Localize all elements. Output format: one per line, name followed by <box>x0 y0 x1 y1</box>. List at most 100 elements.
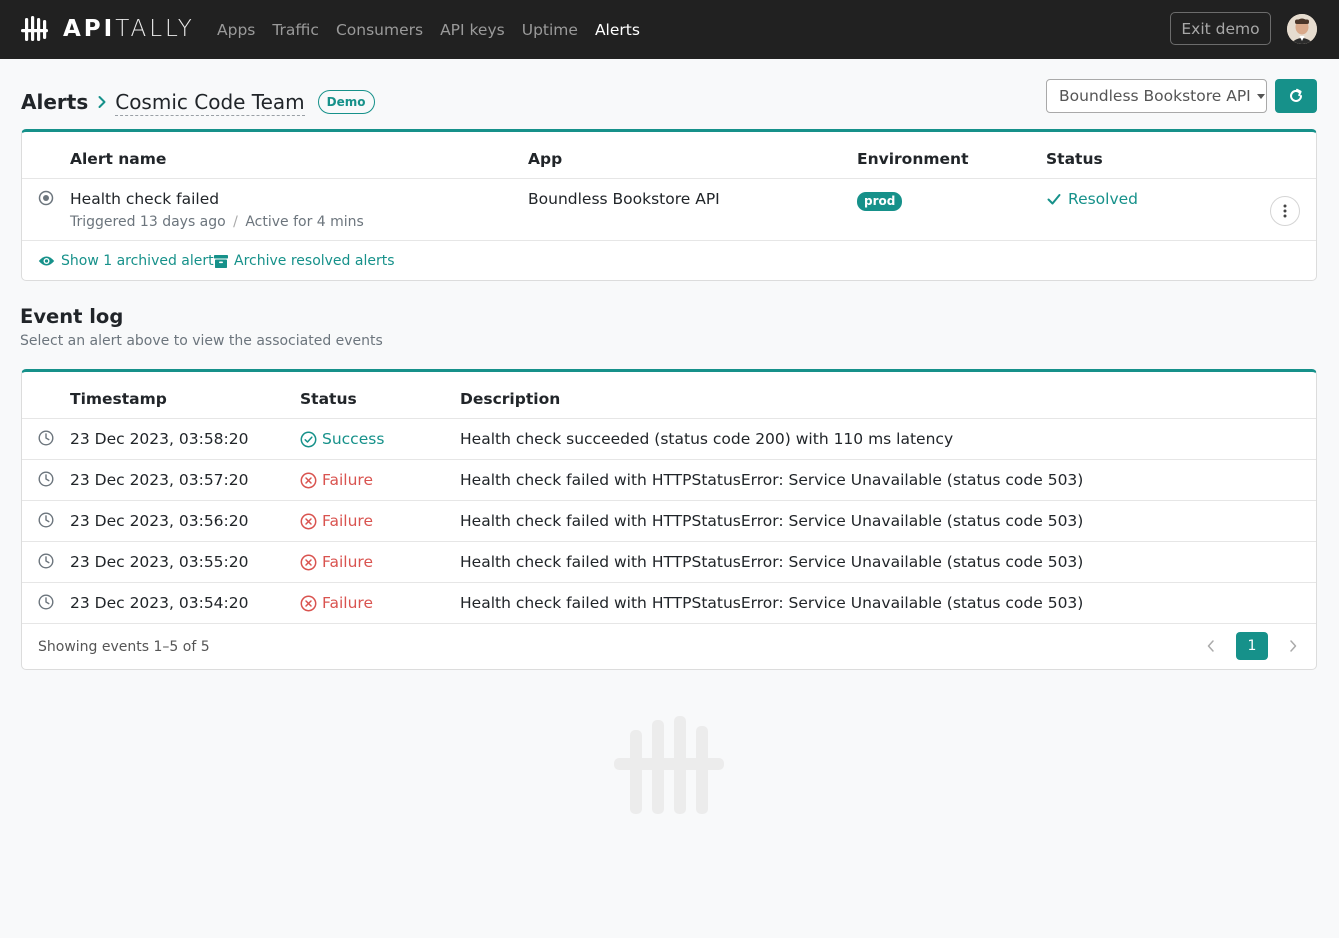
brand-wordmark: APITALLY <box>63 16 195 42</box>
clock-icon <box>38 512 54 528</box>
top-navbar: APITALLY Apps Traffic Consumers API keys… <box>0 0 1339 59</box>
divider <box>22 418 1316 419</box>
breadcrumb-root[interactable]: Alerts <box>21 90 88 114</box>
caret-down-icon <box>1256 93 1265 99</box>
show-archived-label: Show 1 archived alert <box>61 253 214 269</box>
alert-active-duration: Active for 4 mins <box>245 214 364 230</box>
exit-demo-button[interactable]: Exit demo <box>1170 12 1271 45</box>
column-header-status[interactable]: Status <box>1046 150 1103 168</box>
team-selector[interactable]: Cosmic Code Team <box>115 89 305 116</box>
clock-icon <box>38 594 54 610</box>
clock-icon <box>38 430 54 446</box>
divider <box>22 459 1316 460</box>
alert-triggered: Triggered 13 days ago <box>70 214 226 230</box>
alerts-table-card: Alert name App Environment Status Health… <box>21 129 1317 281</box>
pagination-summary: Showing events 1–5 of 5 <box>38 639 210 655</box>
archive-resolved-label: Archive resolved alerts <box>234 253 395 269</box>
alert-meta-separator: / <box>233 214 238 230</box>
page-1-button[interactable]: 1 <box>1236 632 1268 660</box>
alert-app: Boundless Bookstore API <box>528 190 720 208</box>
user-avatar-icon <box>1287 14 1317 44</box>
apitally-watermark-icon <box>614 716 724 814</box>
event-description: Health check failed with HTTPStatusError… <box>460 553 1084 571</box>
nav-link-apps[interactable]: Apps <box>217 21 255 39</box>
divider <box>22 582 1316 583</box>
event-status: Failure <box>300 594 373 612</box>
column-header-event-status[interactable]: Status <box>300 390 357 408</box>
kebab-menu-icon <box>1283 204 1287 218</box>
brand-logo[interactable]: APITALLY <box>21 14 195 44</box>
alert-status-label: Resolved <box>1068 190 1139 208</box>
app-select-value: Boundless Bookstore API <box>1059 87 1251 105</box>
refresh-button[interactable] <box>1275 79 1317 113</box>
alert-name: Health check failed <box>70 190 220 208</box>
x-circle-icon <box>300 595 317 611</box>
prev-page-button[interactable] <box>1200 635 1222 657</box>
column-header-description[interactable]: Description <box>460 390 560 408</box>
divider <box>22 240 1316 241</box>
column-header-environment[interactable]: Environment <box>857 150 968 168</box>
event-status-label: Failure <box>322 512 373 530</box>
archive-icon <box>214 254 228 268</box>
event-status: Success <box>300 430 384 448</box>
nav-link-traffic[interactable]: Traffic <box>272 21 319 39</box>
alert-meta: Triggered 13 days ago / Active for 4 min… <box>70 214 364 230</box>
x-circle-icon <box>300 554 317 570</box>
next-page-button[interactable] <box>1282 635 1304 657</box>
event-timestamp: 23 Dec 2023, 03:55:20 <box>70 553 249 571</box>
pagination: 1 <box>1200 632 1304 660</box>
event-status-label: Failure <box>322 553 373 571</box>
nav-links: Apps Traffic Consumers API keys Uptime A… <box>217 0 640 59</box>
environment-badge: prod <box>857 192 903 211</box>
clock-icon <box>38 471 54 487</box>
event-description: Health check failed with HTTPStatusError… <box>460 512 1084 530</box>
eye-icon <box>38 256 55 266</box>
event-description: Health check failed with HTTPStatusError… <box>460 471 1084 489</box>
check-circle-icon <box>300 431 317 447</box>
event-status-label: Failure <box>322 594 373 612</box>
event-status: Failure <box>300 471 373 489</box>
archive-resolved-link[interactable]: Archive resolved alerts <box>214 253 395 269</box>
x-circle-icon <box>300 513 317 529</box>
column-header-app[interactable]: App <box>528 150 562 168</box>
nav-link-api-keys[interactable]: API keys <box>440 21 505 39</box>
event-timestamp: 23 Dec 2023, 03:57:20 <box>70 471 249 489</box>
nav-link-uptime[interactable]: Uptime <box>522 21 578 39</box>
event-status-label: Failure <box>322 471 373 489</box>
divider <box>22 178 1316 179</box>
alert-status: Resolved <box>1046 190 1138 208</box>
chevron-right-icon <box>98 96 106 108</box>
app-select-dropdown[interactable]: Boundless Bookstore API <box>1046 79 1267 113</box>
clock-icon <box>38 553 54 569</box>
apitally-logo-icon <box>21 15 48 41</box>
event-log-table-card: Timestamp Status Description 23 Dec 2023… <box>21 369 1317 670</box>
check-icon <box>1047 194 1061 205</box>
divider <box>22 623 1316 624</box>
nav-link-consumers[interactable]: Consumers <box>336 21 423 39</box>
chevron-left-icon <box>1207 640 1214 652</box>
refresh-icon <box>1290 88 1302 102</box>
event-description: Health check succeeded (status code 200)… <box>460 430 954 448</box>
nav-link-alerts[interactable]: Alerts <box>595 21 640 39</box>
event-timestamp: 23 Dec 2023, 03:54:20 <box>70 594 249 612</box>
demo-badge: Demo <box>317 90 375 114</box>
radio-selected-icon[interactable] <box>38 190 54 206</box>
event-timestamp: 23 Dec 2023, 03:56:20 <box>70 512 249 530</box>
divider <box>22 541 1316 542</box>
event-log-title: Event log <box>20 305 124 328</box>
column-header-alert-name[interactable]: Alert name <box>70 150 166 168</box>
breadcrumb: Alerts Cosmic Code Team Demo <box>21 88 375 116</box>
x-circle-icon <box>300 472 317 488</box>
user-avatar[interactable] <box>1287 14 1317 44</box>
show-archived-link[interactable]: Show 1 archived alert <box>38 253 214 269</box>
row-actions-button[interactable] <box>1270 196 1300 226</box>
column-header-timestamp[interactable]: Timestamp <box>70 390 167 408</box>
event-status-label: Success <box>322 430 385 448</box>
event-status: Failure <box>300 512 373 530</box>
event-status: Failure <box>300 553 373 571</box>
event-timestamp: 23 Dec 2023, 03:58:20 <box>70 430 249 448</box>
event-description: Health check failed with HTTPStatusError… <box>460 594 1084 612</box>
event-log-subtitle: Select an alert above to view the associ… <box>20 333 383 349</box>
divider <box>22 500 1316 501</box>
chevron-right-icon <box>1290 640 1297 652</box>
